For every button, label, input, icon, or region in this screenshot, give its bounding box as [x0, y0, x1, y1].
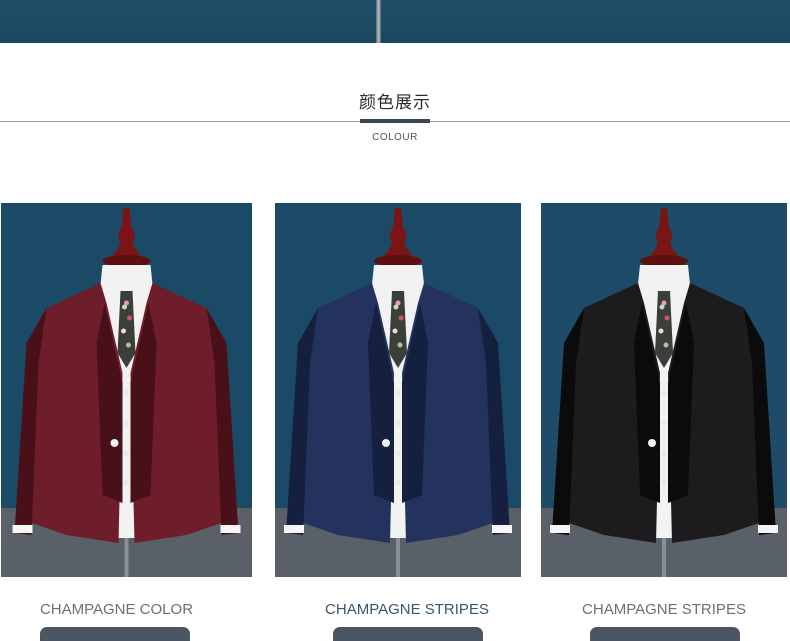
tie-pattern [126, 342, 131, 348]
vest-button [123, 420, 130, 426]
tie-pattern [658, 328, 664, 334]
vest-button [395, 480, 401, 486]
vest-button [661, 480, 667, 486]
tie-pattern [398, 315, 404, 321]
product-image-3[interactable] [541, 203, 787, 577]
stand-pole [124, 533, 129, 577]
vest-button [123, 480, 130, 486]
tie-pattern [392, 328, 398, 334]
jacket-button [648, 439, 656, 447]
shirt-cuff-left [284, 525, 304, 533]
vest-button [123, 450, 130, 456]
section-title: 颜色展示 [359, 93, 431, 113]
vest-button [123, 390, 130, 396]
product-caption-1[interactable]: CHAMPAGNE COLOR [1, 601, 232, 618]
tie-pattern [397, 342, 403, 348]
shirt-cuff-left [12, 525, 33, 533]
product-caption-2[interactable]: CHAMPAGNE STRIPES [292, 601, 522, 618]
vest-button [661, 390, 667, 396]
section-divider-accent [360, 119, 430, 123]
tie-pattern [127, 315, 132, 321]
vest-button [395, 450, 401, 456]
product-card-2[interactable] [275, 203, 521, 577]
product-image-1[interactable] [1, 203, 252, 577]
product-button-2[interactable] [333, 627, 483, 641]
tie-pattern [659, 304, 665, 310]
top-banner-image [0, 0, 790, 43]
product-button-1[interactable] [40, 627, 190, 641]
vest-button [661, 450, 667, 456]
product-card-1[interactable] [1, 203, 252, 577]
product-button-3[interactable] [590, 627, 740, 641]
shirt-cuff-right [758, 525, 778, 533]
jacket-button [110, 439, 119, 447]
tie-pattern [122, 304, 127, 310]
shirt-cuff-right [220, 525, 241, 533]
shirt-cuff-left [550, 525, 570, 533]
stand-pole [662, 533, 666, 577]
product-card-3[interactable] [541, 203, 787, 577]
vest-button [395, 420, 401, 426]
product-caption-3[interactable]: CHAMPAGNE STRIPES [548, 601, 780, 618]
vest-button [661, 420, 667, 426]
tie-pattern [663, 342, 669, 348]
vest-button [395, 390, 401, 396]
tie-pattern [664, 315, 670, 321]
stand-pole [396, 533, 400, 577]
tie-pattern [393, 304, 399, 310]
product-image-2[interactable] [275, 203, 521, 577]
jacket-button [382, 439, 390, 447]
tie-pattern [121, 328, 126, 334]
mannequin-pole [376, 0, 381, 43]
shirt-cuff-right [492, 525, 512, 533]
section-subtitle: COLOUR [372, 132, 418, 143]
